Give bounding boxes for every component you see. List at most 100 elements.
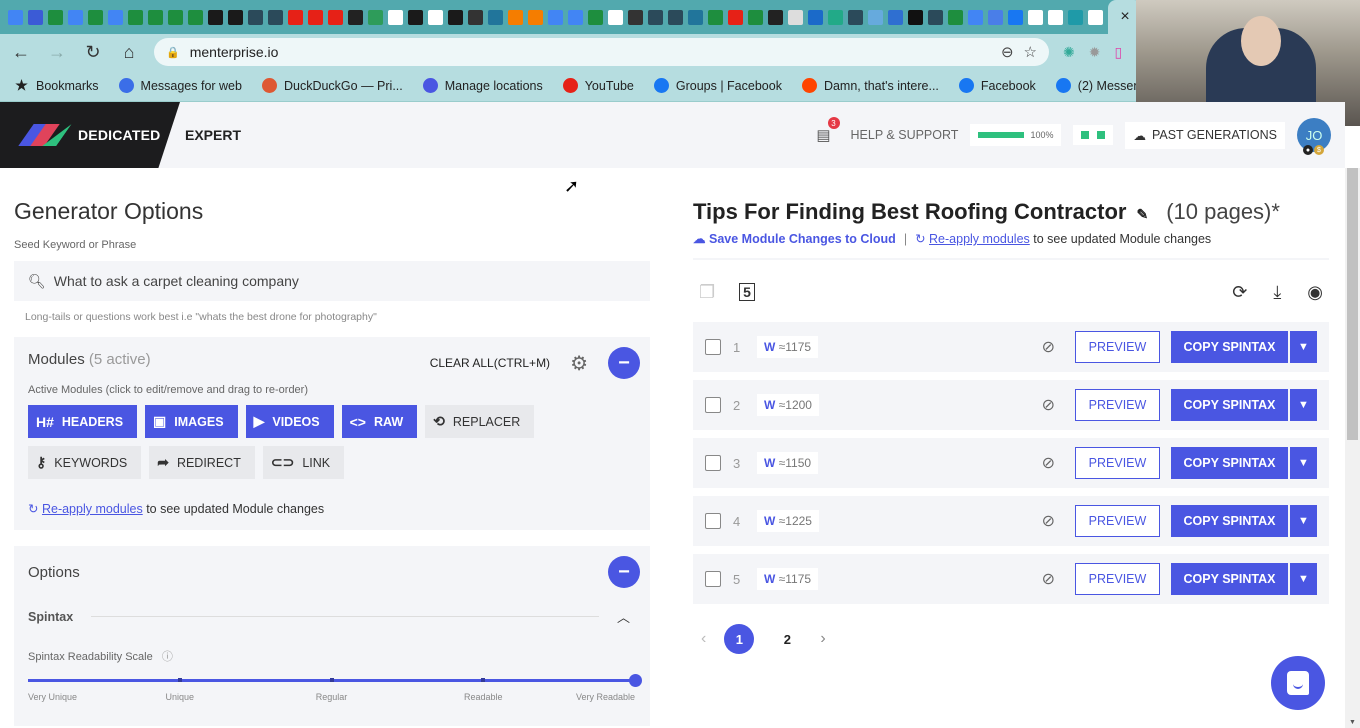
preview-button[interactable]: PREVIEW: [1075, 563, 1160, 595]
tab-favicon-16-icon[interactable]: [988, 9, 1003, 25]
page-scrollbar[interactable]: ▼: [1345, 168, 1360, 728]
tab-favicon-bhw-icon[interactable]: [228, 9, 243, 25]
tab-favicon-plus-icon[interactable]: [948, 9, 963, 25]
bookmark-star-icon[interactable]: ☆: [1024, 43, 1037, 61]
tab-favicon-plus-icon[interactable]: [148, 9, 163, 25]
tab-favicon-plus-icon[interactable]: [168, 9, 183, 25]
tab-favicon-wordpress-icon[interactable]: [488, 9, 503, 25]
tab-favicon-youtube-icon[interactable]: [328, 9, 343, 25]
extension-note-icon[interactable]: ▯: [1114, 44, 1122, 61]
module-videos-button[interactable]: ▶ VIDEOS: [245, 405, 334, 438]
tab-favicon-edge-icon[interactable]: [848, 9, 863, 25]
tab-favicon-plus-icon[interactable]: [128, 9, 143, 25]
copy-spintax-button[interactable]: COPY SPINTAX: [1171, 505, 1288, 537]
notifications-icon[interactable]: ▤ 3: [816, 117, 840, 144]
help-icon[interactable]: ⓘ: [162, 651, 173, 663]
bookmark-item[interactable]: Damn, that's intere...: [801, 78, 939, 93]
seed-keyword-input[interactable]: [53, 273, 614, 289]
tab-favicon-stripe-icon[interactable]: [1088, 9, 1103, 25]
tab-favicon-docs-icon[interactable]: [108, 9, 123, 25]
tab-favicon-fi-icon[interactable]: [368, 9, 383, 25]
tab-favicon-docs-icon[interactable]: [548, 9, 563, 25]
row-checkbox[interactable]: [705, 455, 721, 471]
chevron-up-icon[interactable]: ︿: [617, 607, 630, 626]
pagination-page[interactable]: 1: [724, 624, 755, 654]
chevron-down-icon[interactable]: ▼: [1290, 563, 1317, 595]
copy-five-icon[interactable]: 5: [739, 283, 755, 301]
tab-favicon-google-icon[interactable]: [1028, 9, 1043, 25]
copy-icon[interactable]: ❐: [699, 282, 715, 303]
tab-favicon-comma-icon[interactable]: [808, 9, 823, 25]
avatar[interactable]: JO ● $: [1297, 118, 1331, 155]
tab-favicon-blogger-icon[interactable]: [508, 9, 523, 25]
tab-favicon-facebook-icon[interactable]: [1008, 9, 1023, 25]
preview-button[interactable]: PREVIEW: [1075, 505, 1160, 537]
tab-favicon-github-icon[interactable]: [768, 9, 783, 25]
row-checkbox[interactable]: [705, 513, 721, 529]
tab-favicon-grid-icon[interactable]: [1068, 9, 1083, 25]
bookmark-item[interactable]: Messages for web: [118, 78, 242, 93]
tab-favicon-bhw-icon[interactable]: [448, 9, 463, 25]
chevron-down-icon[interactable]: ▼: [1290, 447, 1317, 479]
pagination-page[interactable]: 2: [772, 624, 802, 654]
module-headers-button[interactable]: H# HEADERS: [28, 405, 138, 438]
bookmark-item[interactable]: DuckDuckGo — Pri...: [261, 78, 403, 93]
pagination-prev-icon[interactable]: ‹: [701, 630, 706, 648]
gear-icon[interactable]: ⚙: [570, 351, 588, 376]
tab-favicon-dark-icon[interactable]: [628, 9, 643, 25]
tab-favicon-t-icon[interactable]: [828, 9, 843, 25]
extension-icon[interactable]: ✺: [1063, 44, 1075, 61]
eye-off-icon[interactable]: ⊘: [1042, 337, 1055, 357]
tab-favicon-blogger-icon[interactable]: [528, 9, 543, 25]
slider-thumb[interactable]: [629, 674, 642, 687]
slider-stop[interactable]: [481, 678, 486, 682]
tab-favicon-docs-icon[interactable]: [568, 9, 583, 25]
bookmark-item[interactable]: Facebook: [958, 78, 1036, 93]
eye-off-icon[interactable]: ⊘: [1042, 511, 1055, 531]
past-generations-button[interactable]: ☁ PAST GENERATIONS: [1125, 121, 1285, 149]
tab-favicon-twitter-icon[interactable]: [868, 9, 883, 25]
forward-icon[interactable]: →: [46, 42, 68, 63]
tab-favicon-bhw-icon[interactable]: [208, 9, 223, 25]
readability-slider[interactable]: [28, 672, 642, 692]
scroll-down-arrow[interactable]: ▼: [1349, 719, 1356, 726]
collapse-options-button[interactable]: −: [608, 556, 640, 588]
tab-favicon-google-icon[interactable]: [608, 9, 623, 25]
copy-spintax-button[interactable]: COPY SPINTAX: [1171, 563, 1288, 595]
save-to-cloud-button[interactable]: ☁ Save Module Changes to Cloud: [693, 231, 896, 246]
refresh-icon[interactable]: ⟳: [1232, 282, 1247, 303]
chevron-down-icon[interactable]: ▼: [1290, 389, 1317, 421]
bookmark-item[interactable]: Groups | Facebook: [653, 78, 782, 93]
seed-keyword-field[interactable]: 🔍︎: [14, 261, 650, 301]
pagination-next-icon[interactable]: ›: [820, 630, 825, 648]
module-raw-button[interactable]: <> RAW: [341, 405, 418, 438]
preview-button[interactable]: PREVIEW: [1075, 331, 1160, 363]
tab-favicon-edge-icon[interactable]: [928, 9, 943, 25]
module-keywords-button[interactable]: ⚷ KEYWORDS: [28, 446, 142, 479]
bookmark-item[interactable]: Manage locations: [422, 78, 543, 93]
tab-favicon-plus-icon[interactable]: [188, 9, 203, 25]
tab-favicon-cc-icon[interactable]: [788, 9, 803, 25]
copy-spintax-button[interactable]: COPY SPINTAX: [1171, 331, 1288, 363]
tab-favicon-plus-icon[interactable]: [748, 9, 763, 25]
reapply-modules-link[interactable]: Re-apply modules: [929, 232, 1030, 246]
tab-favicon-google-icon[interactable]: [388, 9, 403, 25]
reload-icon[interactable]: ↻: [82, 42, 104, 63]
tab-favicon-plus-icon[interactable]: [708, 9, 723, 25]
collapse-modules-button[interactable]: −: [608, 347, 640, 379]
tab-favicon-docs-icon[interactable]: [68, 9, 83, 25]
tab-favicon-slides-icon[interactable]: [28, 9, 43, 25]
tab-favicon-plus-icon[interactable]: [88, 9, 103, 25]
tab-favicon-p-icon[interactable]: [588, 9, 603, 25]
module-images-button[interactable]: ▣ IMAGES: [145, 405, 238, 438]
bookmark-item[interactable]: ★ Bookmarks: [14, 77, 98, 93]
help-support-link[interactable]: HELP & SUPPORT: [851, 128, 959, 142]
address-bar[interactable]: 🔒 menterprise.io ⊖ ☆: [154, 38, 1049, 66]
extension-50-icon[interactable]: ✹: [1089, 44, 1101, 61]
edit-pencil-icon[interactable]: ✎: [1136, 206, 1148, 223]
slider-stop[interactable]: [177, 678, 182, 682]
clear-all-button[interactable]: CLEAR ALL(CTRL+M): [430, 356, 550, 370]
eye-off-icon[interactable]: ⊘: [1042, 395, 1055, 415]
tab-favicon-wordpress-icon[interactable]: [688, 9, 703, 25]
tab-favicon-acrobat-icon[interactable]: [428, 9, 443, 25]
